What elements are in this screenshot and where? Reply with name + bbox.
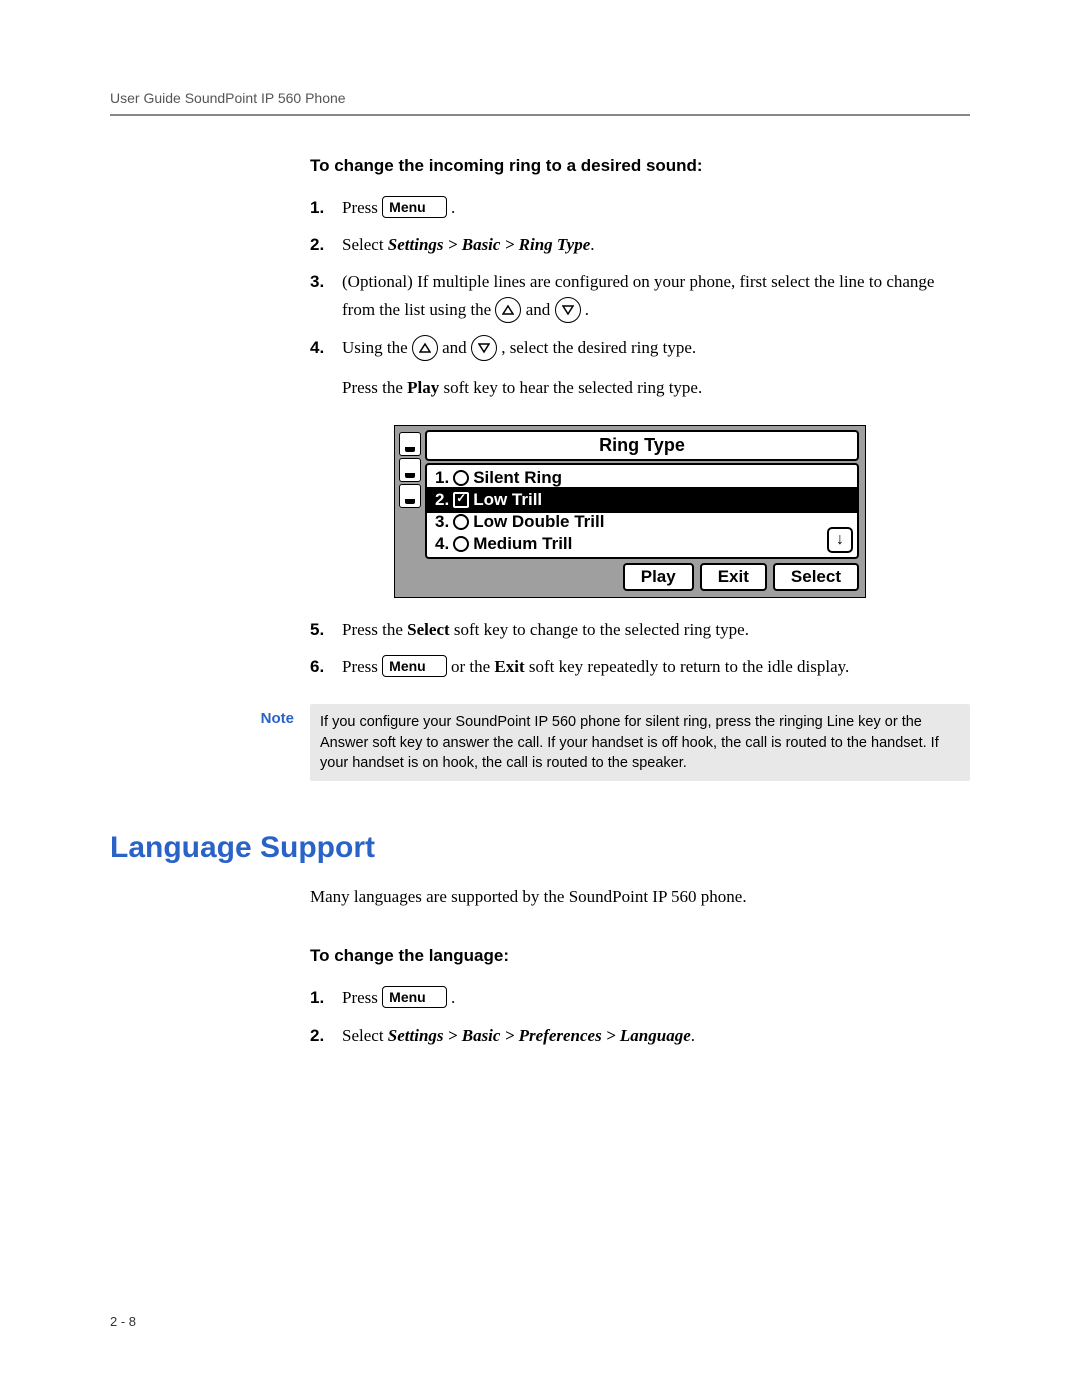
softkey-exit: Exit — [700, 563, 767, 591]
down-arrow-icon — [555, 297, 581, 323]
step-body: Using the and , select the desired ring … — [342, 334, 950, 401]
page-number: 2 - 8 — [110, 1314, 136, 1329]
step-body: Select Settings > Basic > Ring Type. — [342, 231, 950, 258]
menu-path: Settings > Basic > Preferences > Languag… — [388, 1026, 691, 1045]
step-body: Press Menu . — [342, 984, 950, 1011]
list-item: 1. Silent Ring — [427, 467, 857, 489]
menu-path: Settings > Basic > Ring Type — [388, 235, 590, 254]
up-arrow-icon — [412, 335, 438, 361]
subhead-change-ring: To change the incoming ring to a desired… — [310, 156, 950, 176]
menu-key-icon: Menu — [382, 655, 447, 677]
section-intro: Many languages are supported by the Soun… — [310, 883, 970, 910]
subhead-change-language: To change the language: — [310, 946, 950, 966]
section-heading-language: Language Support — [110, 831, 970, 865]
down-arrow-icon — [471, 335, 497, 361]
step-body: Press the Select soft key to change to t… — [342, 616, 950, 643]
step-number: 5. — [310, 616, 332, 643]
line-icon — [399, 458, 421, 482]
screen-list: 1. Silent Ring 2. Low Trill 3. Low Doubl… — [425, 463, 859, 559]
steps-change-ring: 1. Press Menu . 2. Select Settings > Bas… — [310, 194, 950, 401]
step-number: 1. — [310, 984, 332, 1011]
line-icon — [399, 484, 421, 508]
phone-screenshot: Ring Type 1. Silent Ring 2. Low Trill 3.… — [394, 425, 866, 598]
note-label: Note — [244, 704, 294, 727]
step-body: (Optional) If multiple lines are configu… — [342, 268, 950, 323]
step-body: Select Settings > Basic > Preferences > … — [342, 1022, 950, 1049]
step-number: 6. — [310, 653, 332, 680]
step-body: Press Menu . — [342, 194, 950, 221]
step-number: 4. — [310, 334, 332, 401]
page-header: User Guide SoundPoint IP 560 Phone — [110, 90, 970, 116]
step-number: 2. — [310, 1022, 332, 1049]
step-body: Press Menu or the Exit soft key repeated… — [342, 653, 950, 680]
steps-change-language: 1. Press Menu . 2. Select Settings > Bas… — [310, 984, 950, 1048]
softkey-ref-play: Play — [407, 378, 439, 397]
radio-empty-icon — [453, 514, 469, 530]
screen-title: Ring Type — [425, 430, 859, 461]
scroll-down-icon: ↓ — [827, 527, 853, 553]
softkey-ref-select: Select — [407, 620, 449, 639]
line-icon — [399, 432, 421, 456]
step-number: 2. — [310, 231, 332, 258]
steps-change-ring-cont: 5. Press the Select soft key to change t… — [310, 616, 950, 680]
step-number: 1. — [310, 194, 332, 221]
softkey-play: Play — [623, 563, 694, 591]
list-item: 3. Low Double Trill — [427, 511, 857, 533]
softkey-ref-exit: Exit — [494, 657, 524, 676]
line-icons — [399, 430, 419, 591]
softkey-select: Select — [773, 563, 859, 591]
menu-key-icon: Menu — [382, 196, 447, 218]
step-number: 3. — [310, 268, 332, 323]
radio-empty-icon — [453, 536, 469, 552]
list-item-selected: 2. Low Trill — [427, 489, 857, 511]
list-item: 4. Medium Trill — [427, 533, 857, 555]
radio-checked-icon — [453, 492, 469, 508]
menu-key-icon: Menu — [382, 986, 447, 1008]
radio-empty-icon — [453, 470, 469, 486]
note-box: If you configure your SoundPoint IP 560 … — [310, 704, 970, 781]
up-arrow-icon — [495, 297, 521, 323]
